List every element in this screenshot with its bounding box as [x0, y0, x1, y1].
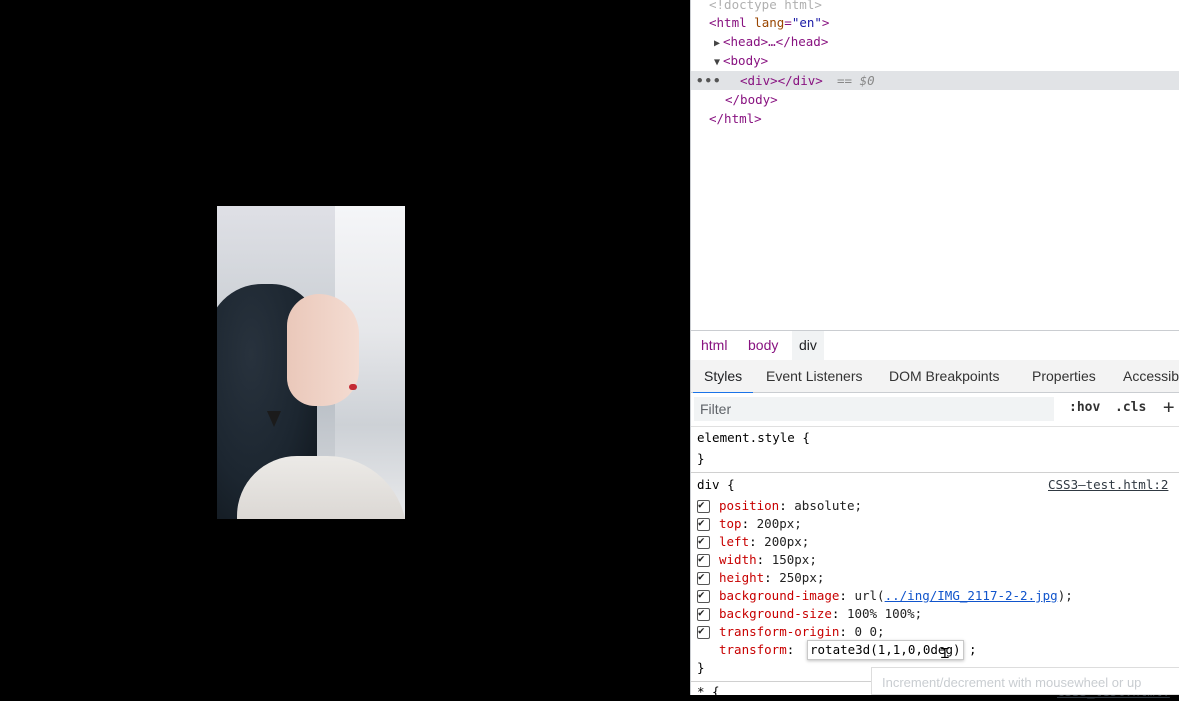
prop-name: position: [719, 498, 780, 513]
cls-button[interactable]: .cls: [1115, 400, 1146, 415]
body-line[interactable]: ▼ <body>: [711, 51, 1179, 70]
body-close-line[interactable]: </body>: [725, 90, 1179, 109]
div-tag: <div></div>: [740, 73, 823, 88]
source-link-text: CSS3—test.html:2: [1048, 477, 1169, 492]
prop-value[interactable]: 250px;: [779, 570, 824, 585]
prop-value[interactable]: 100% 100%;: [847, 606, 922, 621]
photo-lip: [349, 384, 357, 390]
html-line[interactable]: <html lang="en">: [709, 13, 1179, 32]
breadcrumb-html[interactable]: html: [694, 331, 734, 360]
dom-tree: <!doctype html> <html lang="en"> ▶ <head>…: [691, 0, 1179, 330]
html-attr-name: lang: [754, 15, 785, 30]
prop-background-size[interactable]: background-size: 100% 100%;: [719, 605, 922, 623]
html-tag-close: >: [821, 15, 830, 30]
prop-transform-origin[interactable]: transform-origin: 0 0;: [719, 623, 885, 641]
prop-checkbox[interactable]: [697, 588, 710, 603]
prop-name: width: [719, 552, 757, 567]
prop-value[interactable]: absolute;: [794, 498, 862, 513]
sidebar-tabs: Styles Event Listeners DOM Breakpoints P…: [691, 360, 1179, 394]
styles-filter-bar: :hov .cls +: [691, 393, 1179, 427]
element-style-open: element.style {: [697, 430, 810, 445]
hov-button[interactable]: :hov: [1069, 400, 1100, 415]
div-rule-close: }: [697, 659, 705, 677]
breadcrumb-body[interactable]: body: [741, 331, 785, 360]
prop-name: transform-origin: [719, 624, 840, 639]
element-style-close: }: [697, 450, 705, 468]
breadcrumb: html body div: [691, 330, 1179, 361]
div-selector[interactable]: div {: [697, 476, 735, 494]
prop-transform[interactable]: transform:: [719, 641, 794, 659]
div-line-selected[interactable]: ••• <div></div> == $0: [691, 71, 1179, 90]
filter-input[interactable]: [694, 397, 1054, 421]
increment-tooltip: Increment/decrement with mousewheel or u…: [871, 667, 1179, 695]
more-actions-icon[interactable]: •••: [696, 71, 722, 90]
tab-dom-breakpoints[interactable]: DOM Breakpoints: [889, 360, 999, 392]
source-link[interactable]: CSS3—test.html:2: [1048, 476, 1168, 494]
prop-value[interactable]: 200px;: [764, 534, 809, 549]
head-tag: <head>…</head>: [723, 34, 829, 49]
prop-background-image[interactable]: background-image: url(../ing/IMG_2117-2-…: [719, 587, 1073, 605]
photo-earring: [267, 411, 281, 427]
text-cursor-icon: Ɪ: [941, 646, 949, 662]
image-url-link[interactable]: ../ing/IMG_2117-2-2.jpg: [885, 588, 1058, 603]
body-tag: <body>: [723, 53, 769, 68]
transform-suffix: ;: [969, 641, 977, 659]
prop-checkbox[interactable]: [697, 624, 710, 639]
div-selector-text: div {: [697, 477, 735, 492]
body-close-tag: </body>: [725, 92, 778, 107]
prop-top[interactable]: top: 200px;: [719, 515, 802, 533]
page-viewport: [0, 0, 690, 695]
head-line[interactable]: ▶ <head>…</head>: [711, 32, 1179, 51]
styles-rules: element.style { } div { CSS3—test.html:2…: [691, 427, 1179, 699]
universal-selector[interactable]: * {: [697, 683, 720, 701]
html-tag: <html: [709, 15, 747, 30]
prop-value[interactable]: 150px;: [772, 552, 817, 567]
tab-styles[interactable]: Styles: [693, 360, 754, 394]
element-style-selector[interactable]: element.style {: [697, 429, 810, 447]
doctype-line[interactable]: <!doctype html>: [709, 0, 1179, 14]
devtools-panel: <!doctype html> <html lang="en"> ▶ <head>…: [690, 0, 1179, 699]
prop-value[interactable]: 0 0;: [854, 624, 884, 639]
prop-checkbox[interactable]: [697, 606, 710, 621]
rotated-div-image[interactable]: [217, 206, 405, 519]
add-rule-icon[interactable]: +: [1163, 396, 1174, 418]
breadcrumb-div[interactable]: div: [792, 331, 824, 360]
prop-name: transform: [719, 642, 787, 657]
prop-checkbox[interactable]: [697, 516, 710, 531]
doctype-text: <!doctype html>: [709, 0, 822, 12]
prop-name: top: [719, 516, 742, 531]
tab-event-listeners[interactable]: Event Listeners: [766, 360, 863, 392]
prop-name: background-size: [719, 606, 832, 621]
div-close-brace: }: [697, 660, 705, 675]
prop-position[interactable]: position: absolute;: [719, 497, 862, 515]
transform-edit-text[interactable]: rotate3d(1,1,0,0deg): [810, 642, 961, 657]
universal-selector-text: * {: [697, 684, 720, 699]
prop-name: left: [719, 534, 750, 549]
prop-checkbox[interactable]: [697, 570, 710, 585]
prop-width[interactable]: width: 150px;: [719, 551, 817, 569]
prop-left[interactable]: left: 200px;: [719, 533, 809, 551]
html-attr-value: "en": [791, 15, 822, 30]
element-style-brace: }: [697, 451, 705, 466]
transform-semicolon: ;: [969, 642, 977, 657]
console-ref: == $0: [837, 73, 875, 88]
prop-value-suffix: );: [1057, 588, 1073, 603]
html-close-tag: </html>: [709, 111, 762, 126]
collapse-triangle-icon[interactable]: ▼: [711, 53, 723, 72]
prop-name: height: [719, 570, 765, 585]
tab-properties[interactable]: Properties: [1032, 360, 1096, 392]
prop-checkbox[interactable]: [697, 534, 710, 549]
prop-value[interactable]: 200px;: [757, 516, 802, 531]
rule-divider: [691, 472, 1179, 473]
prop-checkbox[interactable]: [697, 498, 710, 513]
photo-face: [287, 294, 359, 406]
html-close-line[interactable]: </html>: [709, 109, 1179, 128]
prop-value-prefix: url(: [854, 588, 885, 603]
prop-checkbox[interactable]: [697, 552, 710, 567]
tab-accessibility[interactable]: Accessib: [1123, 360, 1179, 392]
prop-height[interactable]: height: 250px;: [719, 569, 824, 587]
prop-name: background-image: [719, 588, 840, 603]
